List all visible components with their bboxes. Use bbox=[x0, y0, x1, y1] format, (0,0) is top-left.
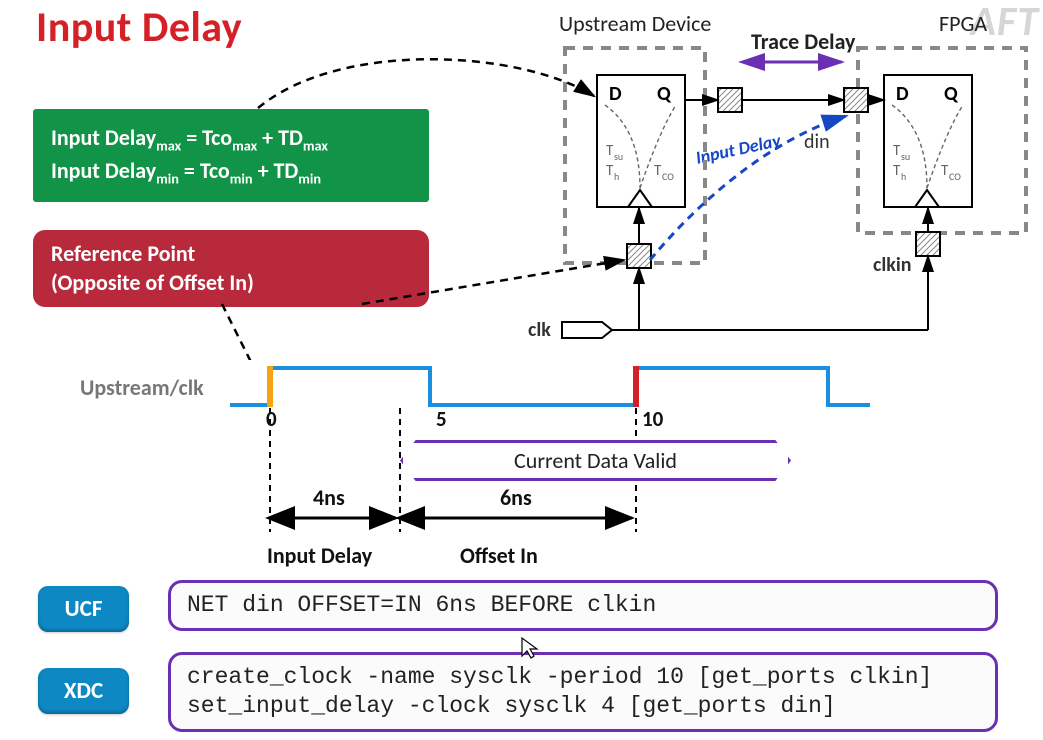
svg-text:h: h bbox=[614, 170, 619, 183]
svg-text:T: T bbox=[654, 162, 662, 180]
six-ns-label: 6ns bbox=[500, 484, 532, 511]
svg-text:h: h bbox=[901, 170, 906, 183]
svg-text:T: T bbox=[606, 162, 614, 180]
svg-text:Q: Q bbox=[944, 82, 959, 106]
clkin-label: clkin bbox=[873, 253, 912, 277]
svg-text:CO: CO bbox=[662, 170, 674, 183]
ucf-button: UCF bbox=[38, 586, 129, 632]
schematic-diagram: D Q Tsu Th TCO D Q Tsu Th TCO bbox=[0, 0, 1043, 360]
flipflop-fpga: D Q Tsu Th TCO bbox=[884, 75, 972, 207]
svg-text:D: D bbox=[609, 82, 622, 106]
svg-text:T: T bbox=[893, 142, 901, 160]
svg-text:Q: Q bbox=[657, 82, 672, 106]
xdc-code: create_clock -name sysclk -period 10 [ge… bbox=[168, 652, 998, 732]
mouse-cursor-icon bbox=[520, 636, 540, 660]
svg-text:T: T bbox=[893, 162, 901, 180]
ucf-code: NET din OFFSET=IN 6ns BEFORE clkin bbox=[168, 580, 998, 631]
tick-5: 5 bbox=[436, 406, 447, 432]
data-valid-box: Current Data Valid bbox=[400, 440, 791, 481]
svg-text:su: su bbox=[614, 150, 623, 163]
svg-text:D: D bbox=[896, 82, 909, 106]
svg-text:T: T bbox=[941, 162, 949, 180]
svg-text:T: T bbox=[606, 142, 614, 160]
clk-label: clk bbox=[528, 318, 551, 342]
four-ns-label: 4ns bbox=[313, 484, 345, 511]
din-label: din bbox=[804, 130, 830, 154]
xdc-button: XDC bbox=[38, 668, 129, 714]
svg-text:CO: CO bbox=[949, 170, 961, 183]
svg-text:su: su bbox=[901, 150, 910, 163]
tick-0: 0 bbox=[266, 406, 277, 432]
tick-10: 10 bbox=[642, 406, 663, 432]
input-delay-section-label: Input Delay bbox=[267, 542, 372, 569]
flipflop-upstream: D Q Tsu Th TCO bbox=[597, 75, 685, 207]
offset-in-section-label: Offset In bbox=[460, 542, 538, 569]
